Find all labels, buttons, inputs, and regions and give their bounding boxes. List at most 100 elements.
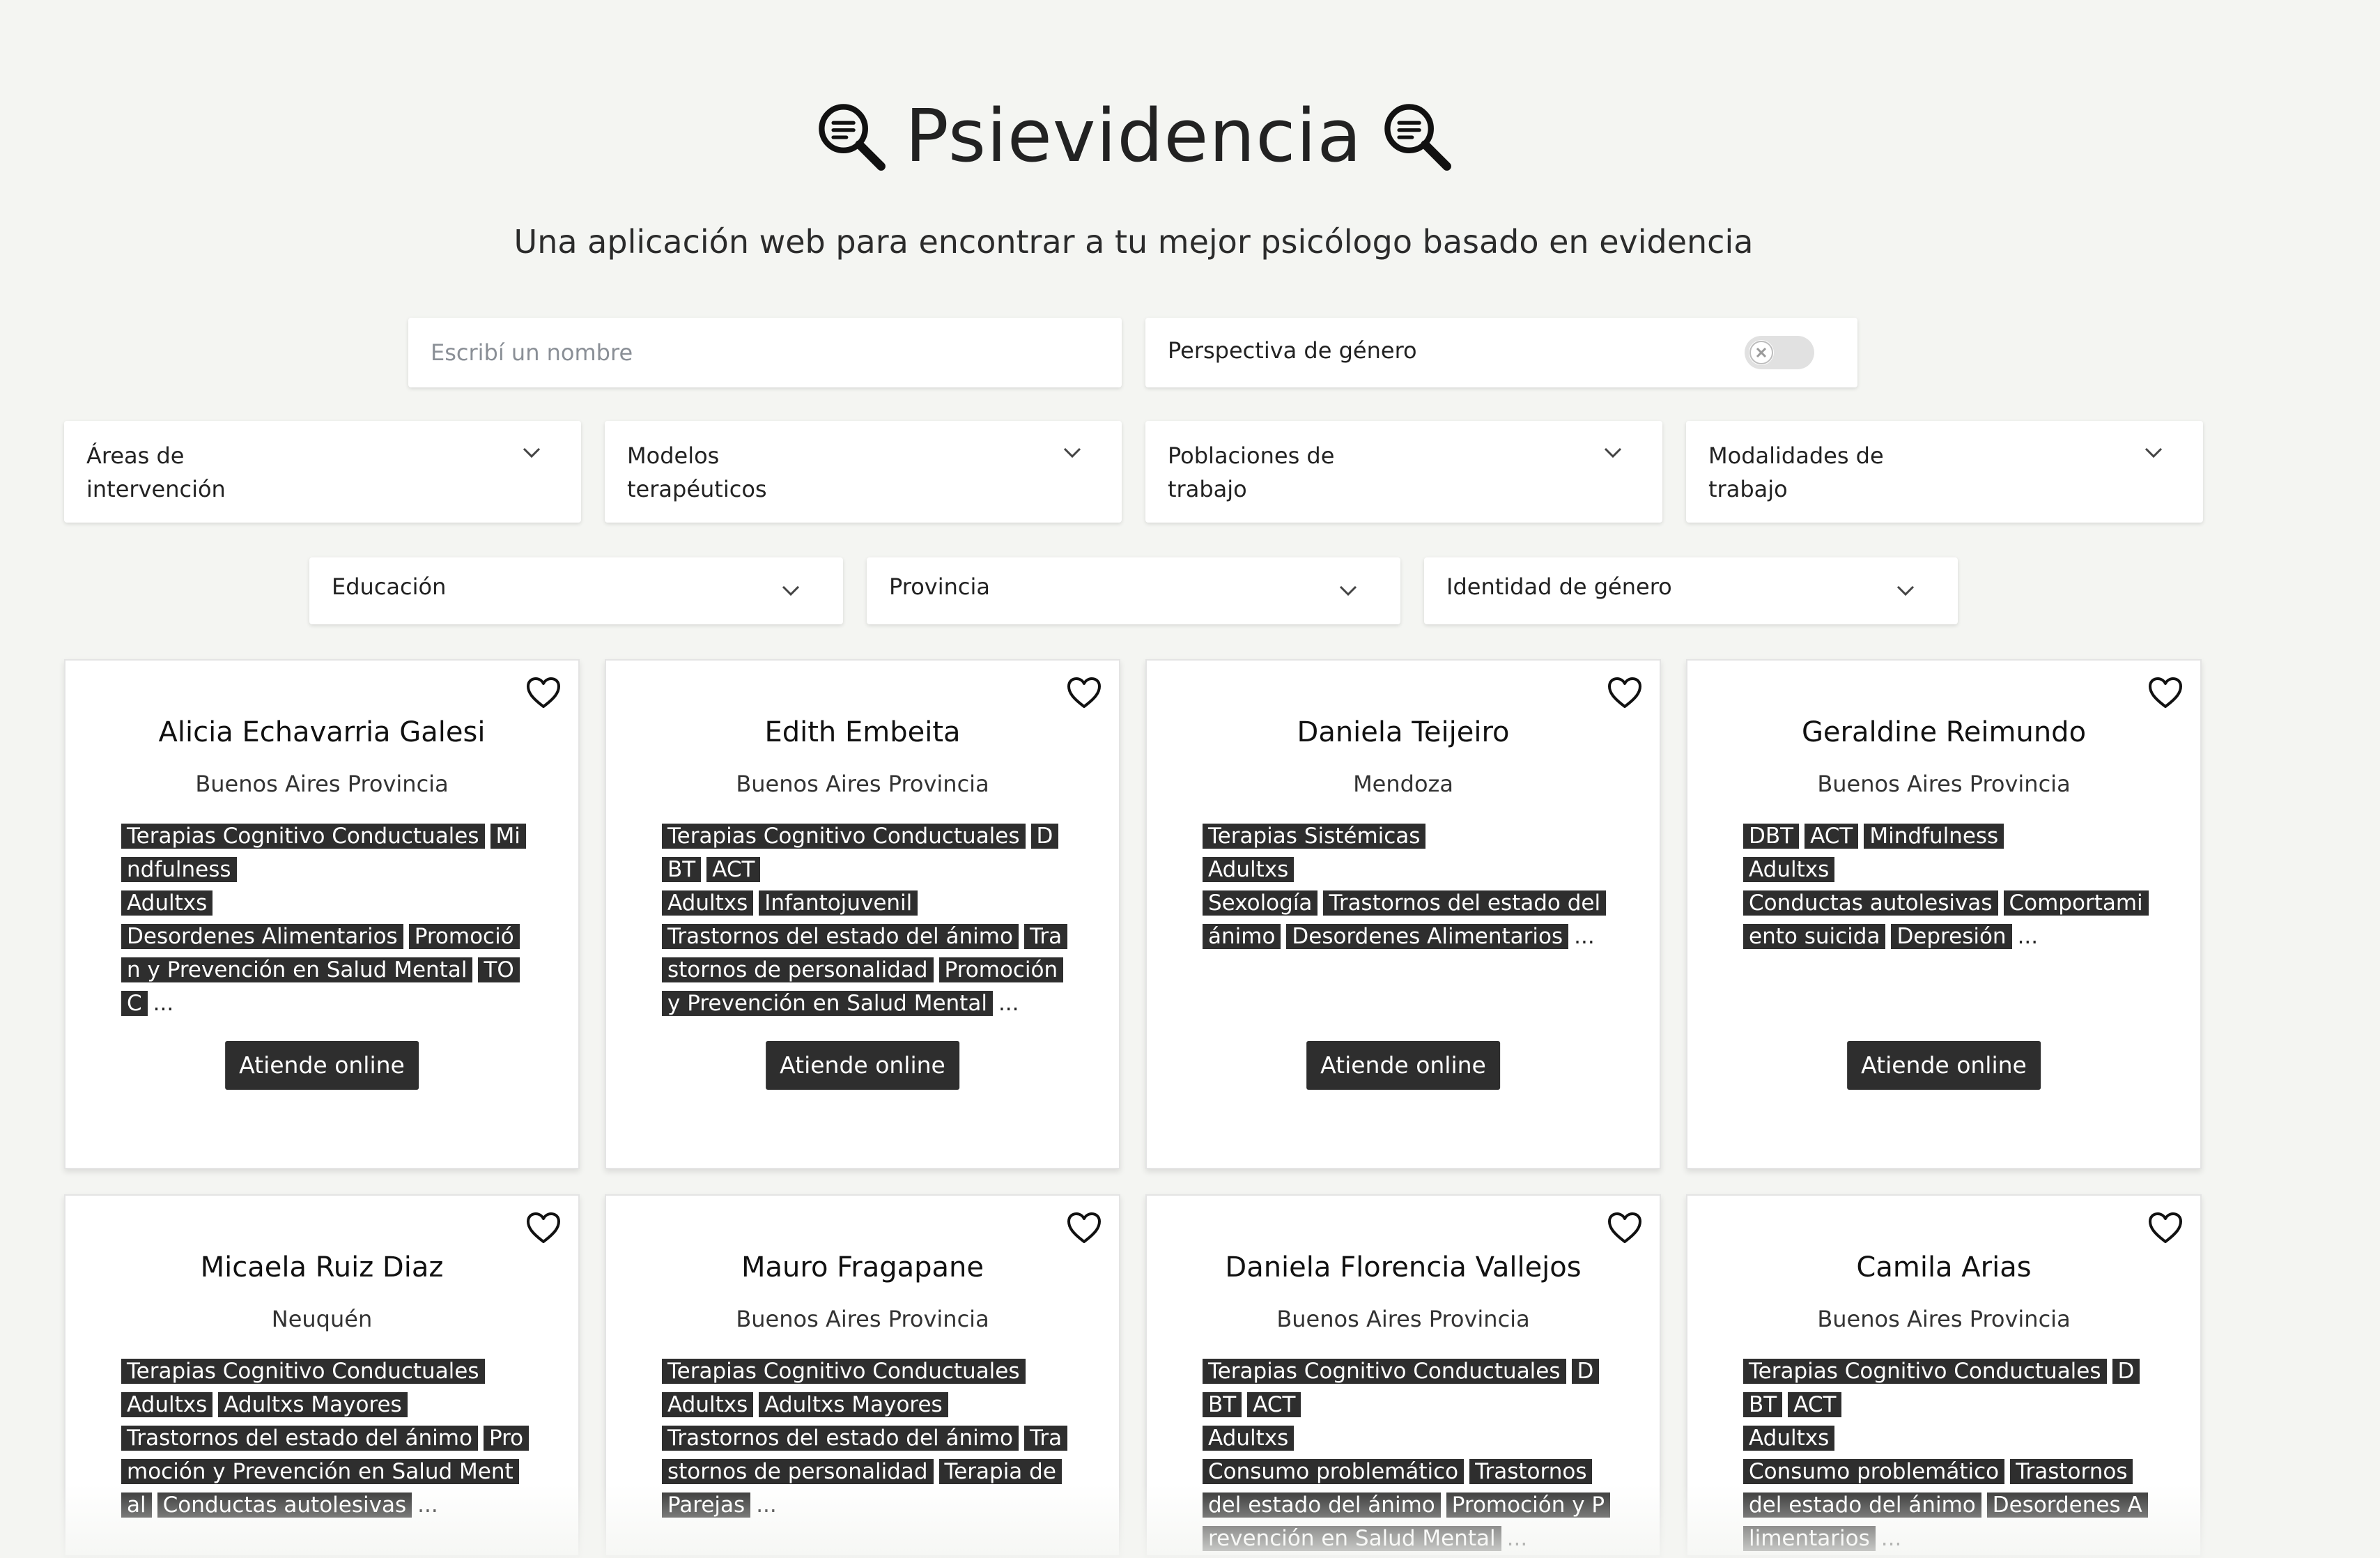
tag-group: Terapias Cognitivo Conductuales bbox=[121, 1355, 525, 1388]
card-tags: Terapias Cognitivo Conductuales DBT ACT Adu… bbox=[662, 819, 1068, 1020]
heart-icon[interactable] bbox=[1066, 1211, 1102, 1244]
filter-identidad-select[interactable]: Identidad de género bbox=[1424, 557, 1958, 624]
chevron-down-icon bbox=[2143, 446, 2164, 460]
tag: Terapias Cognitivo Conductuales bbox=[1203, 1359, 1566, 1384]
tag-group: Adultxs Adultxs Mayores bbox=[662, 1388, 1066, 1421]
filter-provincia-select[interactable]: Provincia bbox=[867, 557, 1400, 624]
tags-ellipsis: ... bbox=[998, 991, 1019, 1016]
card-name: Camila Arias bbox=[1856, 1251, 2032, 1283]
tag: Infantojuvenil bbox=[759, 890, 918, 916]
heart-icon[interactable] bbox=[2147, 1211, 2184, 1244]
tag: Adultxs bbox=[121, 890, 213, 916]
tag: Consumo problemático bbox=[1743, 1459, 2005, 1484]
heart-icon[interactable] bbox=[525, 1211, 562, 1244]
tag-group: DBT ACT Mindfulness bbox=[1743, 819, 2147, 853]
tag-group: Terapias Cognitivo Conductuales bbox=[662, 1355, 1066, 1388]
bottom-fade bbox=[0, 1484, 2380, 1558]
tags-ellipsis: ... bbox=[153, 991, 174, 1016]
tag: Adultxs Mayores bbox=[759, 1392, 948, 1417]
card-name: Daniela Florencia Vallejos bbox=[1225, 1251, 1582, 1283]
tag: Mindfulness bbox=[1864, 824, 2004, 849]
tag: Desordenes Alimentarios bbox=[1286, 924, 1569, 949]
tag: Trastornos del estado del ánimo bbox=[662, 1426, 1019, 1451]
tag: Trastornos del estado del ánimo bbox=[121, 1426, 478, 1451]
tag: Consumo problemático bbox=[1203, 1459, 1465, 1484]
heart-icon[interactable] bbox=[2147, 676, 2184, 709]
card-province: Mendoza bbox=[1353, 771, 1453, 797]
filter-label: Identidad de género bbox=[1446, 573, 1672, 600]
tag-group: Terapias Cognitivo Conductuales DBT ACT bbox=[1203, 1355, 1607, 1421]
attends-online-badge: Atiende online bbox=[1847, 1041, 2041, 1090]
card-province: Buenos Aires Provincia bbox=[736, 771, 989, 797]
tag: ACT bbox=[1247, 1392, 1301, 1417]
card-tags: Terapias Sistémicas Adultxs Sexología Trast… bbox=[1203, 819, 1607, 953]
card-province: Buenos Aires Provincia bbox=[1817, 771, 2071, 797]
card-province: Neuquén bbox=[271, 1306, 373, 1332]
tag: Depresión bbox=[1891, 924, 2012, 949]
page-root: Psievidencia Una aplicación web para enc… bbox=[0, 0, 2380, 1558]
close-icon bbox=[1749, 341, 1773, 364]
chevron-down-icon bbox=[1062, 446, 1083, 460]
title-row: Psievidencia bbox=[0, 91, 2267, 181]
gender-perspective-field: Perspectiva de género bbox=[1145, 318, 1857, 387]
tag: Sexología bbox=[1203, 890, 1318, 916]
tag: Adultxs bbox=[1203, 1426, 1295, 1451]
psychologist-card[interactable]: Daniela Teijeiro Mendoza Terapias Sistémic… bbox=[1145, 659, 1661, 1169]
filter-modalidades-select[interactable]: Modalidades de trabajo bbox=[1686, 421, 2203, 523]
heart-icon[interactable] bbox=[525, 676, 562, 709]
filter-label: Modelos terapéuticos bbox=[627, 442, 767, 502]
tag-group: Adultxs Infantojuvenil bbox=[662, 886, 1066, 920]
tag-group: Terapias Cognitivo Conductuales DBT ACT bbox=[662, 819, 1066, 886]
card-name: Alicia Echavarria Galesi bbox=[158, 716, 486, 748]
app-subtitle: Una aplicación web para encontrar a tu m… bbox=[513, 223, 1754, 261]
tag: Adultxs bbox=[662, 890, 754, 916]
filter-label: Áreas de intervención bbox=[86, 442, 226, 502]
tag: Terapias Cognitivo Conductuales bbox=[662, 1359, 1026, 1384]
tag: Adultxs bbox=[1203, 857, 1295, 882]
chevron-down-icon bbox=[521, 446, 542, 460]
search-box bbox=[408, 318, 1122, 387]
tag: Adultxs bbox=[1743, 857, 1835, 882]
heart-icon[interactable] bbox=[1607, 1211, 1643, 1244]
tag-group: Sexología Trastornos del estado del ánimo… bbox=[1203, 886, 1607, 953]
tag-group: Conductas autolesivas Comportamiento suic… bbox=[1743, 886, 2149, 953]
search-input[interactable] bbox=[408, 318, 1122, 387]
heart-icon[interactable] bbox=[1607, 676, 1643, 709]
tag: Conductas autolesivas bbox=[1743, 890, 1998, 916]
tag-group: Terapias Cognitivo Conductuales DBT ACT bbox=[1743, 1355, 2147, 1421]
card-province: Buenos Aires Provincia bbox=[736, 1306, 989, 1332]
psychologist-card[interactable]: Alicia Echavarria Galesi Buenos Aires Pro… bbox=[64, 659, 580, 1169]
tag: Terapias Cognitivo Conductuales bbox=[1743, 1359, 2107, 1384]
gender-perspective-label: Perspectiva de género bbox=[1168, 337, 1417, 364]
tag-group: Adultxs bbox=[1203, 853, 1607, 886]
tag-group: Adultxs Adultxs Mayores bbox=[121, 1388, 525, 1421]
tag-group: Terapias Sistémicas bbox=[1203, 819, 1607, 853]
chevron-down-icon bbox=[1338, 584, 1359, 598]
tag: Adultxs bbox=[1743, 1426, 1835, 1451]
psychologist-card[interactable]: Edith Embeita Buenos Aires Provincia Terap… bbox=[605, 659, 1120, 1169]
attends-online-badge: Atiende online bbox=[225, 1041, 419, 1090]
chevron-down-icon bbox=[1602, 446, 1623, 460]
filter-areas-select[interactable]: Áreas de intervención bbox=[64, 421, 581, 523]
gender-perspective-toggle[interactable] bbox=[1745, 336, 1814, 369]
tags-ellipsis: ... bbox=[2017, 924, 2039, 949]
filter-label: Poblaciones de trabajo bbox=[1168, 442, 1335, 502]
chevron-down-icon bbox=[780, 584, 801, 598]
tag: Terapias Cognitivo Conductuales bbox=[121, 824, 485, 849]
card-province: Buenos Aires Provincia bbox=[1276, 1306, 1530, 1332]
filter-poblaciones-select[interactable]: Poblaciones de trabajo bbox=[1145, 421, 1662, 523]
chevron-down-icon bbox=[1895, 584, 1916, 598]
card-tags: DBT ACT Mindfulness Adultxs Conductas autole… bbox=[1743, 819, 2149, 953]
heart-icon[interactable] bbox=[1066, 676, 1102, 709]
tag: ACT bbox=[706, 857, 761, 882]
tag-group: Trastornos del estado del ánimo Trastorno… bbox=[662, 920, 1068, 1020]
filter-modelos-select[interactable]: Modelos terapéuticos bbox=[605, 421, 1122, 523]
tag: ACT bbox=[1788, 1392, 1842, 1417]
card-tags: Terapias Cognitivo Conductuales Mindfulne… bbox=[121, 819, 526, 1020]
filter-educacion-select[interactable]: Educación bbox=[309, 557, 843, 624]
tag-group: Adultxs bbox=[1743, 853, 2147, 886]
tag: Trastornos del estado del ánimo bbox=[662, 924, 1019, 949]
psychologist-card[interactable]: Geraldine Reimundo Buenos Aires Provincia… bbox=[1686, 659, 2202, 1169]
card-name: Daniela Teijeiro bbox=[1297, 716, 1510, 748]
tag-group: Terapias Cognitivo Conductuales Mindfulne… bbox=[121, 819, 526, 886]
